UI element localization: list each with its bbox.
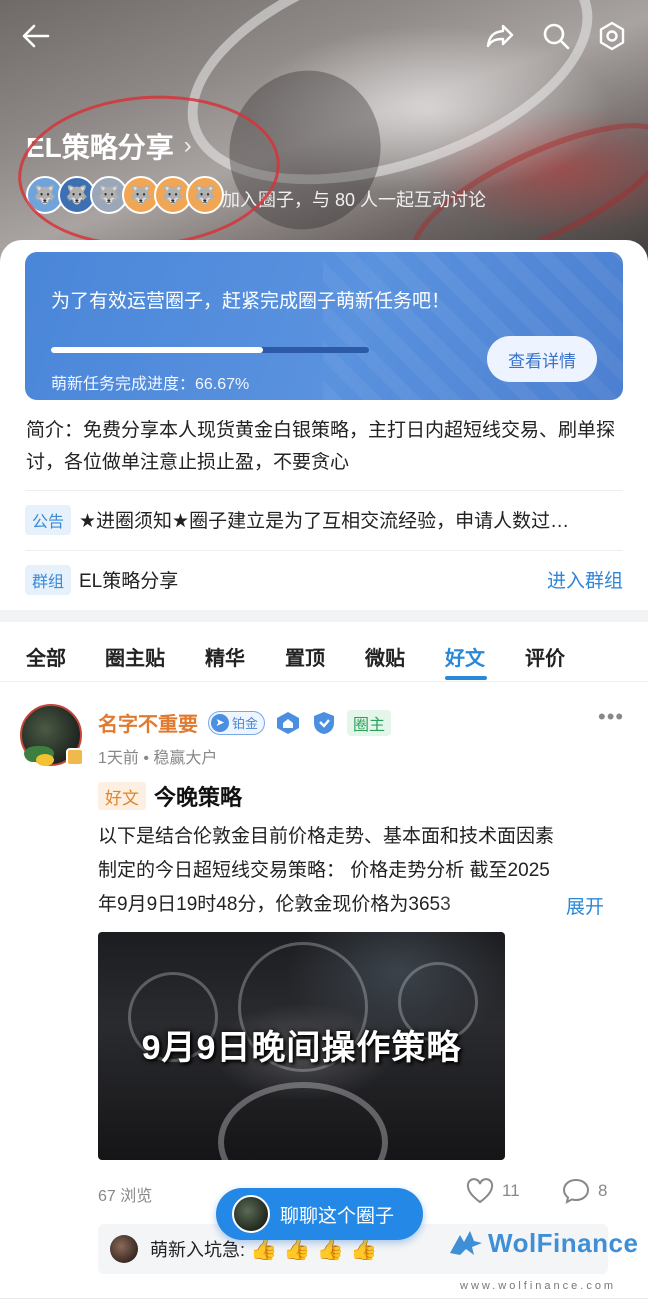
post-body[interactable]: 以下是结合伦敦金目前价格走势、基本面和技术面因素 制定的今日超短线交易策略： 价… — [98, 820, 610, 922]
comment-text-label: 萌新入坑急: — [150, 1240, 251, 1260]
image-caption: 9月9日晚间操作策略 — [141, 1029, 462, 1067]
watermark-url: www.wolfinance.com — [460, 1280, 617, 1292]
settings-button[interactable] — [590, 14, 634, 58]
like-count: 11 — [502, 1181, 520, 1200]
author-name[interactable]: 名字不重要 — [98, 708, 198, 737]
tab-7[interactable]: 评价 — [525, 642, 565, 671]
comment-count: 8 — [598, 1181, 608, 1200]
notice-text: ★进圈须知★圈子建立是为了互相交流经验，申请人数过… — [79, 511, 570, 532]
post-meta: 1天前 • 稳赢大户 — [98, 750, 218, 767]
task-progress-label: 萌新任务完成进度：66.67% — [51, 376, 250, 393]
tab-5[interactable]: 微贴 — [365, 642, 405, 671]
watermark-brand: WolFinance — [488, 1228, 639, 1258]
platinum-badge: ➤ 铂金 — [208, 710, 266, 735]
avatar-decoration — [36, 754, 54, 766]
back-button[interactable] — [14, 14, 58, 58]
post-body-line: 以下是结合伦敦金目前价格走势、基本面和技术面因素 — [98, 826, 555, 847]
rocket-icon: ➤ — [211, 713, 229, 732]
tab-1[interactable]: 全部 — [26, 642, 66, 671]
author-line: 名字不重要 ➤ 铂金 圈主 — [98, 708, 392, 737]
group-tag: 群组 — [25, 564, 71, 595]
section-divider — [0, 610, 648, 622]
post-image[interactable]: 9月9日晚间操作策略 — [98, 932, 505, 1160]
gear-icon — [599, 21, 625, 51]
share-button[interactable] — [478, 14, 522, 58]
circle-info-sheet: 为了有效运营圈子，赶紧完成圈子萌新任务吧！ 萌新任务完成进度：66.67% 查看… — [0, 240, 648, 620]
comment-button[interactable]: 8 — [562, 1178, 607, 1204]
more-options-button[interactable]: ••• — [598, 704, 630, 729]
circle-intro: 简介：免费分享本人现货黄金白银策略，主打日内超短线交易、刷单探讨，各位做单注意止… — [26, 420, 616, 473]
chat-avatar — [232, 1195, 270, 1233]
notice-row[interactable]: 公告 ★进圈须知★圈子建立是为了互相交流经验，申请人数过… — [25, 490, 623, 548]
author-avatar[interactable] — [20, 704, 84, 766]
comment-icon — [562, 1178, 590, 1204]
post-body-line: 年9月9日19时48分，伦敦金现价格为3653 — [98, 894, 451, 915]
heart-icon — [466, 1178, 494, 1204]
avatar-level-badge — [66, 748, 84, 766]
tab-2[interactable]: 圈主贴 — [105, 642, 165, 671]
expand-link[interactable]: 展开 — [566, 892, 604, 919]
view-count: 67 浏览 — [98, 1188, 153, 1205]
post-tabs: 全部 圈主贴 精华 置顶 微贴 好文 评价 — [0, 622, 648, 682]
group-row: 群组 EL策略分享 进入群组 — [25, 550, 623, 608]
tab-4[interactable]: 置顶 — [285, 642, 325, 671]
good-article-tag: 好文 — [98, 782, 146, 810]
search-icon — [543, 23, 570, 50]
group-name: EL策略分享 — [79, 571, 179, 592]
arrow-left-icon — [22, 24, 50, 48]
badge-level-label: 铂金 — [232, 716, 259, 731]
chat-button-label: 聊聊这个圈子 — [280, 1205, 395, 1227]
newbie-task-card[interactable]: 为了有效运营圈子，赶紧完成圈子萌新任务吧！ 萌新任务完成进度：66.67% 查看… — [25, 252, 623, 400]
post-body-line: 制定的今日超短线交易策略： 价格走势分析 截至2025 — [98, 860, 550, 881]
watermark-logo: WolFinance — [448, 1228, 638, 1259]
owner-badge: 圈主 — [347, 709, 392, 736]
search-button[interactable] — [534, 14, 578, 58]
post-title-row[interactable]: 好文 今晚策略 — [98, 780, 242, 812]
notice-tag: 公告 — [25, 504, 71, 535]
commenter-avatar — [110, 1235, 138, 1263]
task-progress-bar — [51, 347, 369, 353]
chat-circle-button[interactable]: 聊聊这个圈子 — [216, 1188, 423, 1240]
active-tab-indicator — [445, 676, 487, 680]
share-icon — [486, 24, 514, 48]
shield-badge-icon — [311, 710, 337, 736]
post-title: 今晚策略 — [154, 785, 243, 810]
task-title: 为了有效运营圈子，赶紧完成圈子萌新任务吧！ — [51, 291, 451, 312]
bottom-divider — [0, 1298, 648, 1299]
wolf-logo-icon — [450, 1230, 482, 1255]
tab-3[interactable]: 精华 — [205, 642, 245, 671]
task-progress-fill — [51, 347, 263, 353]
image-decoration — [218, 1082, 388, 1160]
enter-group-link[interactable]: 进入群组 — [547, 566, 623, 593]
circle-header: EL策略分享 › 🐺 🐺 🐺 🐺 🐺 🐺 加入圈子，与 80 人一起互动讨论 — [0, 0, 648, 270]
view-details-button[interactable]: 查看详情 — [487, 336, 597, 382]
house-badge-icon — [275, 710, 301, 736]
like-button[interactable]: 11 — [466, 1178, 520, 1204]
tab-6[interactable]: 好文 — [445, 642, 485, 671]
